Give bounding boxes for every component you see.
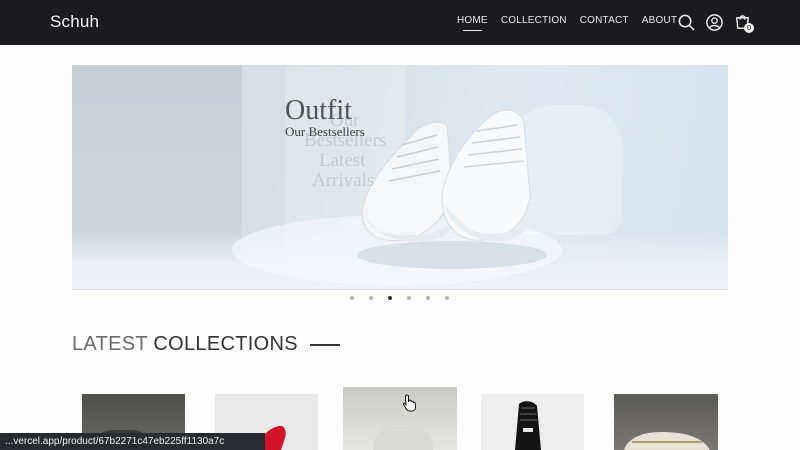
search-icon[interactable] (677, 13, 696, 32)
hero-ghost-text: Bestsellers (304, 130, 387, 151)
carousel-dot[interactable] (426, 296, 430, 300)
hero-banner[interactable]: Outfit Our Bestsellers Our Bestsellers L… (72, 65, 728, 290)
carousel-dots (350, 296, 464, 300)
link-preview-status-bar: ...vercel.app/product/67b2271c47eb225ff1… (0, 433, 265, 450)
product-image (624, 432, 710, 450)
user-icon[interactable] (705, 13, 724, 32)
navbar: Schuh HOME COLLECTION CONTACT ABOUT 0 (0, 0, 800, 45)
pointer-cursor-icon (403, 394, 417, 412)
product-card[interactable] (343, 387, 457, 450)
brand-logo[interactable]: Schuh (50, 12, 99, 32)
hero-ghost-text: Latest (319, 150, 366, 171)
nav-link-contact[interactable]: CONTACT (580, 15, 629, 26)
product-card[interactable] (481, 394, 584, 450)
cart-count-badge: 0 (744, 23, 754, 33)
carousel-dot-active[interactable] (388, 296, 392, 300)
nav-link-about[interactable]: ABOUT (642, 15, 677, 26)
nav-icons: 0 (677, 13, 761, 33)
carousel-dot[interactable] (369, 296, 373, 300)
hero-ghost-text: Our (330, 110, 360, 131)
product-image (373, 427, 433, 450)
section-title-rule (309, 343, 340, 346)
nav-links: HOME COLLECTION CONTACT ABOUT (457, 15, 690, 31)
carousel-dot[interactable] (350, 296, 354, 300)
carousel-dot[interactable] (407, 296, 411, 300)
section-title-light: LATEST (72, 333, 148, 355)
nav-link-home[interactable]: HOME (457, 15, 488, 31)
nav-link-collection[interactable]: COLLECTION (501, 15, 567, 26)
cart-icon[interactable]: 0 (733, 13, 754, 33)
section-title: LATEST COLLECTIONS (72, 333, 340, 356)
carousel-dot[interactable] (445, 296, 449, 300)
section-title-strong: COLLECTIONS (153, 333, 298, 355)
product-card[interactable] (614, 394, 718, 450)
hero-ghost-text: Arrivals (312, 170, 375, 191)
product-image (515, 401, 541, 450)
